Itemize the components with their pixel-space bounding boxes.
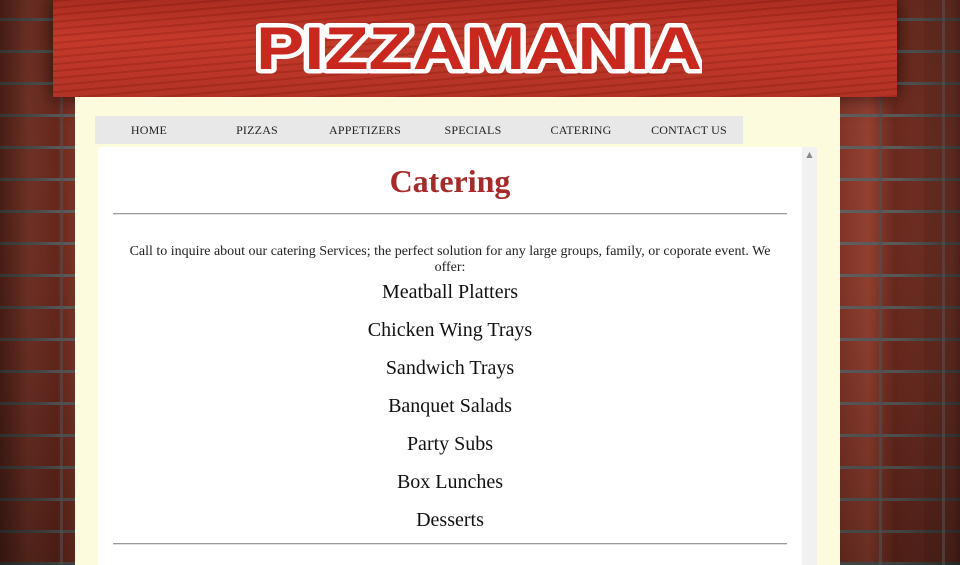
catering-offer-list: Meatball Platters Chicken Wing Trays San… <box>98 279 802 545</box>
site-header: PIZZAMANIA PIZZAMANIA <box>53 0 897 97</box>
nav-item-appetizers[interactable]: APPETIZERS <box>311 116 419 144</box>
title-divider <box>113 213 787 215</box>
nav-item-home[interactable]: HOME <box>95 116 203 144</box>
intro-text: Call to inquire about our catering Servi… <box>129 244 771 275</box>
offer-party-subs: Party Subs <box>406 433 494 455</box>
content-frame: HOME PIZZAS APPETIZERS SPECIALS CATERING… <box>75 97 840 565</box>
main-navigation: HOME PIZZAS APPETIZERS SPECIALS CATERING… <box>95 116 743 144</box>
catering-panel: Catering Call to inquire about our cater… <box>98 147 802 565</box>
offer-banquet-salads: Banquet Salads <box>388 395 512 417</box>
panel-scrollbar[interactable]: ▲ <box>802 147 817 565</box>
bottom-divider <box>113 543 787 545</box>
offer-desserts: Desserts <box>416 509 484 531</box>
nav-item-pizzas[interactable]: PIZZAS <box>203 116 311 144</box>
nav-item-contact-us[interactable]: CONTACT US <box>635 116 743 144</box>
svg-text:PIZZAMANIA: PIZZAMANIA <box>256 18 702 76</box>
offer-meatball-platters: Meatball Platters <box>381 281 519 303</box>
nav-item-specials[interactable]: SPECIALS <box>419 116 527 144</box>
nav-item-catering[interactable]: CATERING <box>527 116 635 144</box>
logo-wordmark: PIZZAMANIA PIZZAMANIA <box>256 18 702 76</box>
pizzamania-logo[interactable]: PIZZAMANIA PIZZAMANIA <box>256 18 702 76</box>
offer-box-lunches: Box Lunches <box>396 471 504 493</box>
page-title: Catering <box>389 163 511 199</box>
offer-chicken-wing-trays: Chicken Wing Trays <box>367 319 533 341</box>
scroll-up-arrow-icon[interactable]: ▲ <box>802 147 817 162</box>
offer-sandwich-trays: Sandwich Trays <box>385 357 515 379</box>
